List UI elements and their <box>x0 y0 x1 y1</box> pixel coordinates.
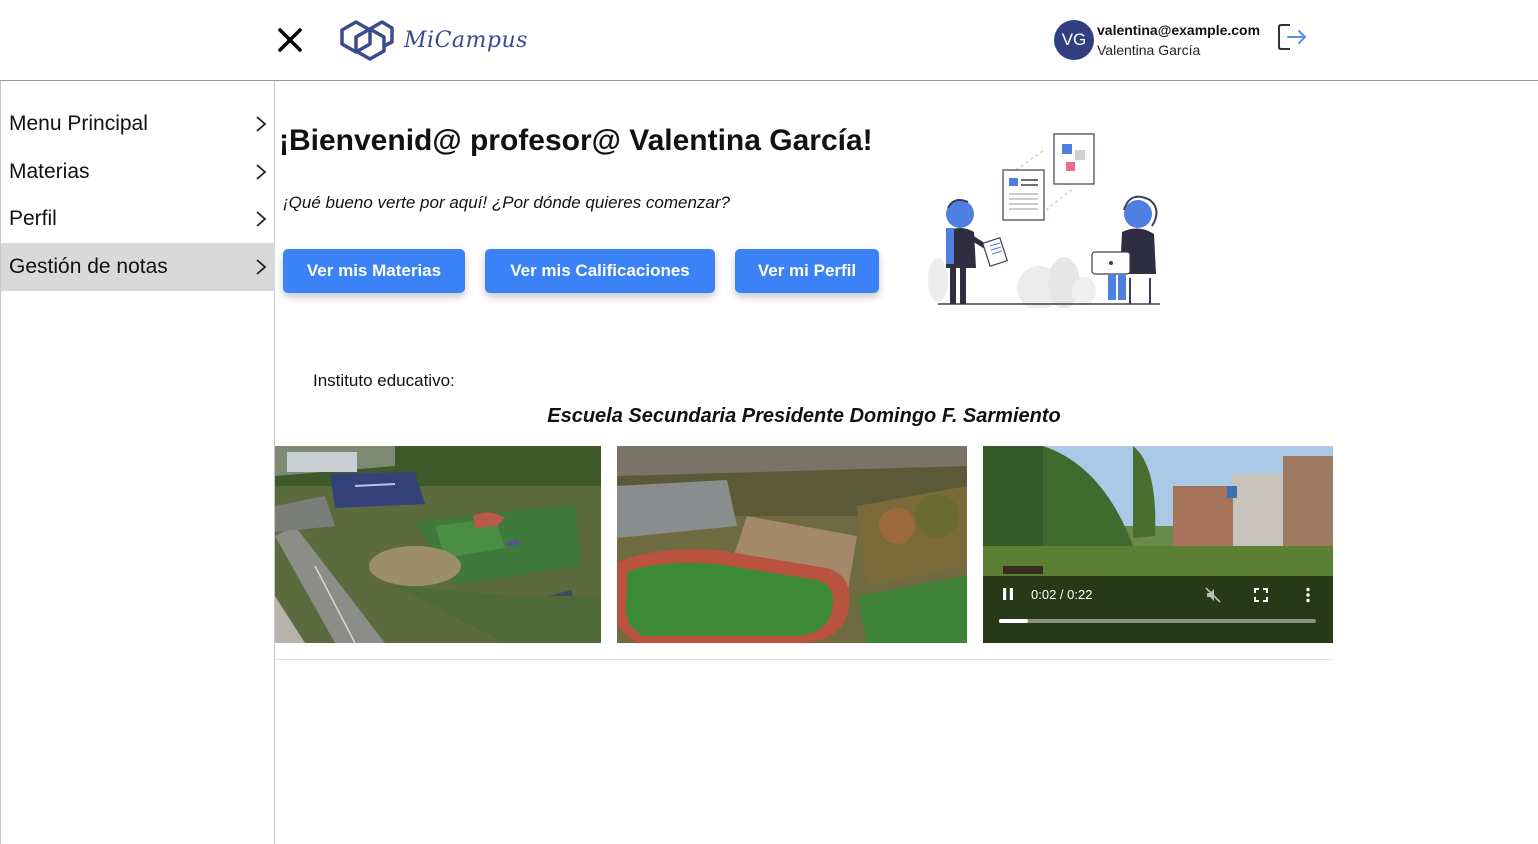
chevron-right-icon <box>256 164 267 180</box>
video-progress <box>999 619 1028 623</box>
ver-calificaciones-button[interactable]: Ver mis Calificaciones <box>485 249 715 293</box>
user-email: valentina@example.com <box>1097 22 1261 38</box>
logout-icon[interactable] <box>1276 22 1308 52</box>
more-vertical-icon[interactable] <box>1304 587 1312 603</box>
chevron-right-icon <box>256 259 267 275</box>
sidebar-item-label: Gestión de notas <box>9 255 168 278</box>
volume-muted-icon[interactable] <box>1205 587 1221 603</box>
video-seek-bar[interactable] <box>999 619 1316 623</box>
content-divider <box>275 659 1333 660</box>
welcome-subtitle: ¡Qué bueno verte por aquí! ¿Por dónde qu… <box>283 193 730 212</box>
video-frame <box>983 446 1333 643</box>
ver-materias-button[interactable]: Ver mis Materias <box>283 249 465 293</box>
sidebar-item-perfil[interactable]: Perfil <box>1 195 275 243</box>
video-time: 0:02 / 0:22 <box>1031 587 1093 602</box>
school-aerial-photo-2 <box>617 446 967 643</box>
sidebar-item-gestion-de-notas[interactable]: Gestión de notas <box>1 243 275 291</box>
app-name: MiCampus <box>404 27 528 53</box>
sidebar-item-materias[interactable]: Materias <box>1 148 275 196</box>
close-icon[interactable] <box>276 26 304 54</box>
sidebar: Menu Principal Materias Perfil Gestión d… <box>0 81 275 844</box>
school-aerial-photo-1 <box>275 446 601 643</box>
chevron-right-icon <box>256 211 267 227</box>
pause-icon[interactable] <box>1001 587 1015 601</box>
sidebar-item-label: Perfil <box>9 207 57 230</box>
top-bar: MiCampus VG valentina@example.com Valent… <box>0 0 1538 81</box>
sidebar-item-label: Menu Principal <box>9 112 148 135</box>
sidebar-item-label: Materias <box>9 160 90 183</box>
chevron-right-icon <box>256 116 267 132</box>
sidebar-item-menu-principal[interactable]: Menu Principal <box>1 100 275 148</box>
hexagon-logo-icon <box>340 20 394 61</box>
ver-perfil-button[interactable]: Ver mi Perfil <box>735 249 879 293</box>
institute-name: Escuela Secundaria Presidente Domingo F.… <box>547 405 1061 427</box>
avatar[interactable]: VG <box>1054 20 1094 60</box>
app-logo[interactable]: MiCampus <box>338 16 528 64</box>
user-name: Valentina García <box>1097 42 1201 58</box>
institute-label: Instituto educativo: <box>313 371 455 390</box>
page-title: ¡Bienvenid@ profesor@ Valentina García! <box>279 124 873 157</box>
teachers-illustration <box>928 133 1160 308</box>
fullscreen-icon[interactable] <box>1254 588 1268 602</box>
school-video[interactable]: 0:02 / 0:22 <box>983 446 1333 643</box>
